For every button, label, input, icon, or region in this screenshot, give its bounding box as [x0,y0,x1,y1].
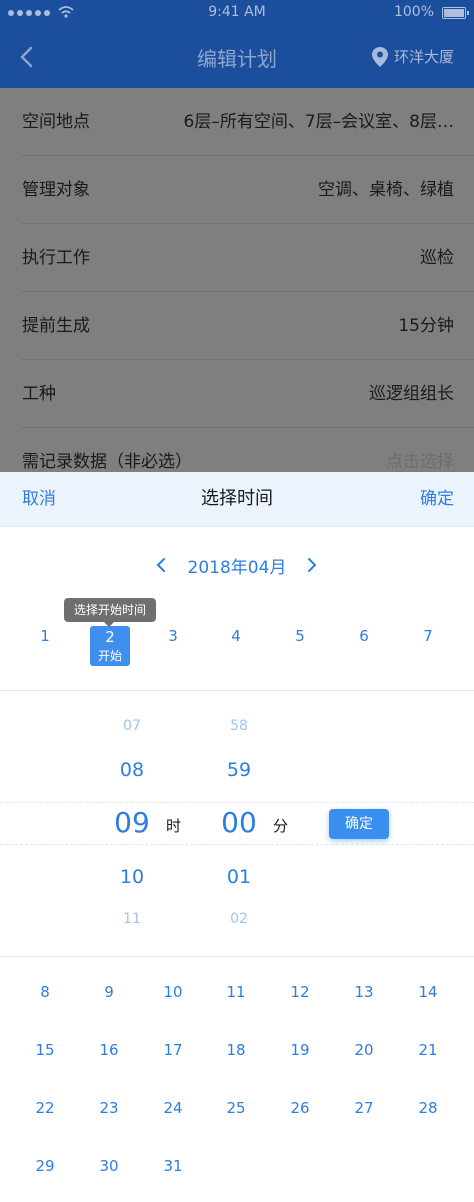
calendar-day[interactable]: 3 [153,627,193,645]
form-row-advance[interactable]: 提前生成 15分钟 [0,292,474,360]
calendar-day[interactable]: 6 [344,627,384,645]
calendar-day[interactable]: 5 [280,627,320,645]
calendar-day[interactable]: 23 [89,1099,129,1117]
form-row-label: 提前生成 [22,316,90,336]
calendar-day[interactable]: 30 [89,1157,129,1175]
minute-option[interactable]: 58 [199,718,279,734]
month-navigator: 2018年04月 [0,550,474,580]
calendar-day[interactable]: 31 [153,1157,193,1175]
calendar-day[interactable]: 7 [408,627,448,645]
minute-option[interactable]: 02 [199,911,279,927]
form-row-object[interactable]: 管理对象 空调、桌椅、绿植 [0,156,474,224]
calendar-day[interactable]: 14 [408,983,448,1001]
calendar-day[interactable]: 27 [344,1099,384,1117]
calendar-day[interactable]: 1 [25,627,65,645]
minute-unit: 分 [273,817,289,835]
nav-bar: 编辑计划 环洋大厦 [0,26,474,88]
calendar-day[interactable]: 28 [408,1099,448,1117]
calendar-day[interactable]: 18 [216,1041,256,1059]
minute-selected[interactable]: 00 [199,806,279,839]
location-label: 环洋大厦 [393,48,454,66]
calendar-day[interactable]: 26 [280,1099,320,1117]
calendar-day[interactable]: 10 [153,983,193,1001]
form-row-space[interactable]: 空间地点 6层–所有空间、7层–会议室、8层… [0,88,474,156]
selected-day-tag: 开始 [97,649,122,663]
calendar-day[interactable]: 21 [408,1041,448,1059]
sheet-header: 取消 选择时间 确定 [0,472,474,527]
calendar-day[interactable]: 12 [280,983,320,1001]
time-confirm-button[interactable]: 确定 [329,809,389,839]
picker-highlight-bottom [0,844,474,845]
calendar-day[interactable]: 17 [153,1041,193,1059]
location-pin-icon [371,46,388,67]
form-row-worktype[interactable]: 工种 巡逻组组长 [0,360,474,428]
picker-highlight-top [0,802,474,803]
battery-icon [442,7,469,19]
calendar-day[interactable]: 16 [89,1041,129,1059]
divider [0,690,474,691]
chevron-right-icon[interactable] [302,556,320,574]
divider [0,956,474,957]
form-row-value: 15分钟 [398,316,454,336]
calendar-day[interactable]: 24 [153,1099,193,1117]
form-row-label: 执行工作 [22,248,90,268]
start-time-tooltip: 选择开始时间 [64,598,156,627]
battery-percent: 100% [393,4,434,20]
hour-option[interactable]: 11 [92,911,172,927]
calendar-day[interactable]: 19 [280,1041,320,1059]
sheet-title: 选择时间 [201,488,273,509]
calendar-day[interactable]: 29 [25,1157,65,1175]
hour-option[interactable]: 08 [92,759,172,781]
form-row-value: 巡逻组组长 [369,384,454,404]
calendar-day[interactable]: 25 [216,1099,256,1117]
month-label: 2018年04月 [187,558,287,578]
calendar-day[interactable]: 4 [216,627,256,645]
calendar-day[interactable]: 15 [25,1041,65,1059]
calendar-day[interactable]: 20 [344,1041,384,1059]
selected-day-number: 2 [105,628,115,646]
status-bar: 9:41 AM 100% [0,0,474,26]
minute-option[interactable]: 59 [199,759,279,781]
plan-form: 空间地点 6层–所有空间、7层–会议室、8层… 管理对象 空调、桌椅、绿植 执行… [0,88,474,472]
hour-unit: 时 [166,817,182,835]
form-row-label: 空间地点 [22,112,90,132]
minute-option[interactable]: 01 [199,866,279,888]
calendar-day-selected[interactable]: 2 开始 [90,626,130,666]
calendar-day[interactable]: 11 [216,983,256,1001]
form-row-value: 6层–所有空间、7层–会议室、8层… [183,112,454,132]
time-picker-sheet: 取消 选择时间 确定 2018年04月 选择开始时间 1 2 开始 3 4 5 … [0,472,474,1202]
location-selector[interactable]: 环洋大厦 [371,46,454,67]
form-row-value: 巡检 [420,248,454,268]
hour-selected[interactable]: 09 [92,806,172,839]
form-row-task[interactable]: 执行工作 巡检 [0,224,474,292]
calendar-day[interactable]: 8 [25,983,65,1001]
form-row-value: 空调、桌椅、绿植 [318,180,454,200]
confirm-button[interactable]: 确定 [420,472,454,526]
calendar-day[interactable]: 22 [25,1099,65,1117]
form-row-label: 管理对象 [22,180,90,200]
form-row-label: 工种 [22,384,56,404]
calendar-day[interactable]: 9 [89,983,129,1001]
hour-option[interactable]: 10 [92,866,172,888]
calendar-day[interactable]: 13 [344,983,384,1001]
hour-option[interactable]: 07 [92,718,172,734]
